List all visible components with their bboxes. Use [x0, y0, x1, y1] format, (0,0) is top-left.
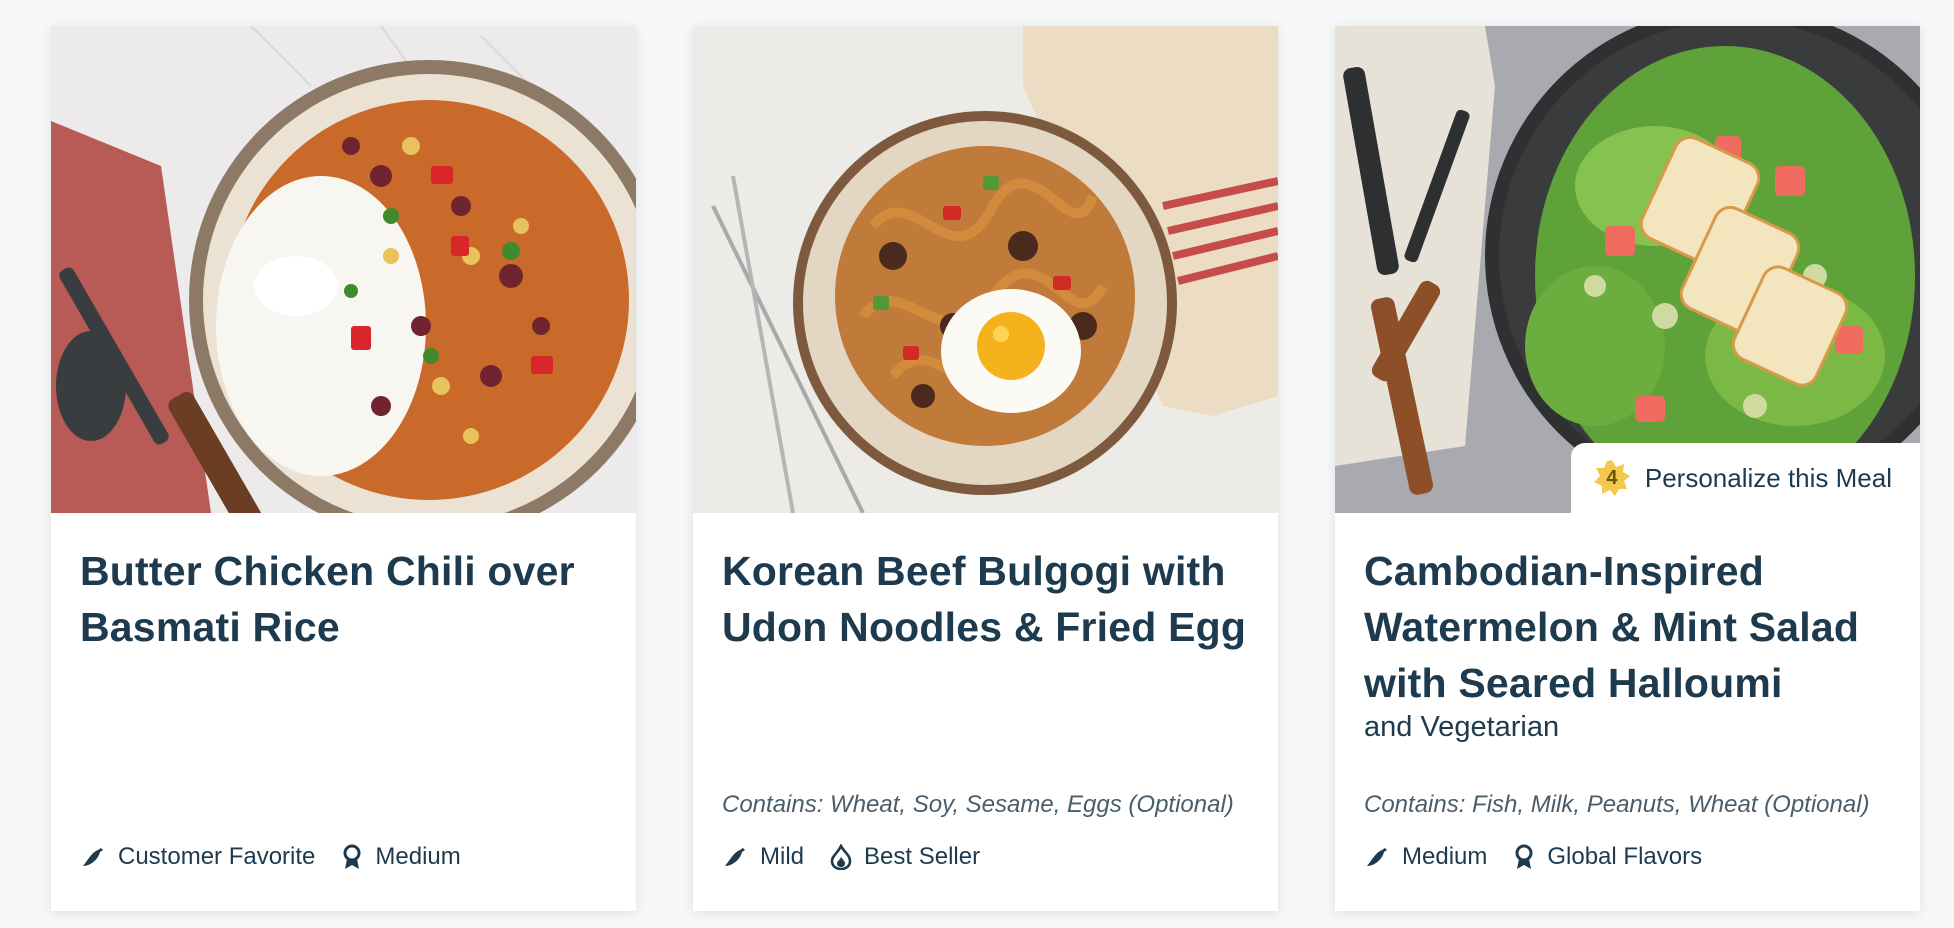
meal-tags: Medium Global Flavors: [1364, 843, 1702, 871]
meal-card-body: Korean Beef Bulgogi with Udon Noodles & …: [693, 513, 1278, 911]
badge-count: 4: [1606, 466, 1618, 489]
meal-card[interactable]: Butter Chicken Chili over Basmati Rice C…: [51, 26, 636, 911]
chili-pepper-icon: [1367, 848, 1387, 866]
meal-grid: Butter Chicken Chili over Basmati Rice C…: [51, 26, 1920, 911]
meal-photo-butter-chicken-chili[interactable]: [51, 26, 636, 513]
meal-title[interactable]: Korean Beef Bulgogi with Udon Noodles & …: [722, 543, 1262, 655]
tag-label: Global Flavors: [1547, 843, 1703, 870]
meal-card[interactable]: Korean Beef Bulgogi with Udon Noodles & …: [693, 26, 1278, 911]
meal-title[interactable]: Butter Chicken Chili over Basmati Rice: [80, 543, 620, 655]
tag-label: Medium: [1402, 843, 1488, 870]
allergen-info: Contains: Wheat, Soy, Sesame, Eggs (Opti…: [722, 791, 1234, 818]
meal-card[interactable]: 4 Personalize this Meal Cambodian-Inspir…: [1335, 26, 1920, 911]
customization-count-badge: 4: [1593, 459, 1631, 497]
tag-label: Mild: [760, 843, 805, 870]
tag-label: Best Seller: [864, 843, 981, 870]
meal-tags: Customer Favorite Medium: [80, 843, 461, 871]
flame-icon: [830, 844, 852, 870]
chili-pepper-icon: [83, 848, 103, 866]
tag-global-flavors: Global Flavors: [1513, 843, 1702, 871]
tag-mild: Mild: [722, 843, 804, 871]
personalize-meal-button[interactable]: 4 Personalize this Meal: [1570, 443, 1920, 513]
tag-best-seller: Best Seller: [830, 843, 980, 871]
chili-pepper-icon: [725, 848, 745, 866]
meal-title[interactable]: Cambodian-Inspired Watermelon & Mint Sal…: [1364, 543, 1904, 711]
tag-medium: Medium: [341, 843, 461, 871]
meal-subtitle: and Vegetarian: [1364, 711, 1560, 743]
award-ribbon-icon: [343, 844, 361, 869]
allergen-info: Contains: Fish, Milk, Peanuts, Wheat (Op…: [1364, 791, 1870, 818]
tag-medium: Medium: [1364, 843, 1487, 871]
meal-photo-korean-beef-bulgogi[interactable]: [693, 26, 1278, 513]
meal-tags: Mild Best Seller: [722, 843, 980, 871]
personalize-label: Personalize this Meal: [1644, 462, 1892, 493]
tag-label: Customer Favorite: [118, 843, 316, 870]
meal-card-body: Butter Chicken Chili over Basmati Rice C…: [51, 513, 636, 911]
tag-customer-favorite: Customer Favorite: [80, 843, 315, 871]
meal-photo-cambodian-watermelon-salad[interactable]: 4 Personalize this Meal: [1335, 26, 1920, 513]
tag-label: Medium: [375, 843, 461, 870]
meal-card-body: Cambodian-Inspired Watermelon & Mint Sal…: [1335, 513, 1920, 911]
award-ribbon-icon: [1515, 844, 1533, 869]
